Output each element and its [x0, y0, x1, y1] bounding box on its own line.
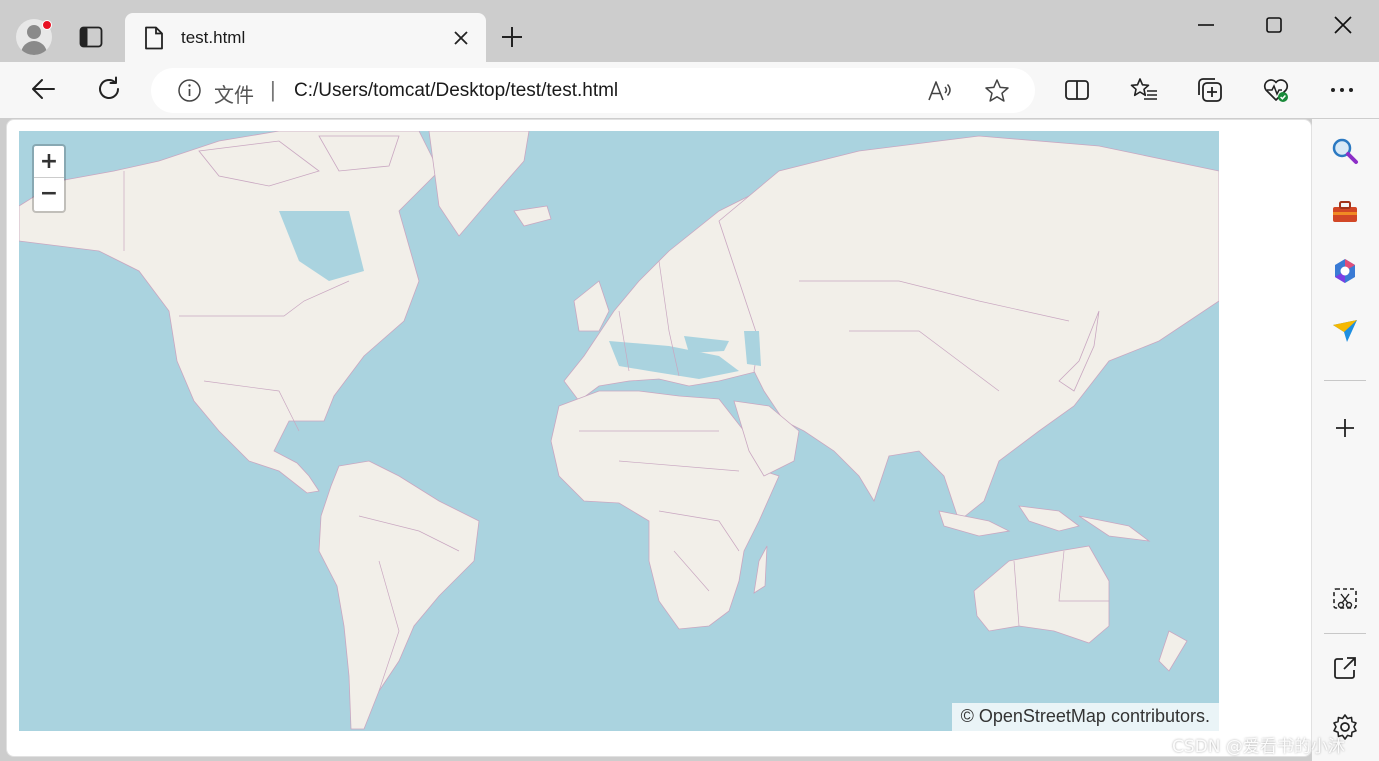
favorites-icon[interactable]	[1130, 76, 1158, 104]
zoom-control: + −	[32, 144, 66, 213]
plus-icon[interactable]	[1331, 414, 1359, 442]
scheme-label: 文件	[214, 85, 254, 107]
search-icon[interactable]	[1331, 137, 1359, 165]
info-icon[interactable]	[177, 78, 202, 103]
minimize-icon[interactable]	[1195, 14, 1217, 36]
document-icon	[145, 26, 163, 50]
window-close-icon[interactable]	[1332, 14, 1354, 36]
notification-dot	[42, 20, 52, 30]
maximize-icon[interactable]	[1263, 14, 1285, 36]
star-icon[interactable]	[984, 78, 1010, 104]
url-text[interactable]: C:/Users/tomcat/Desktop/test/test.html	[294, 80, 618, 102]
zoom-in-button[interactable]: +	[34, 146, 64, 178]
tab-title: test.html	[181, 28, 246, 47]
read-aloud-icon[interactable]	[927, 79, 953, 103]
collections-icon[interactable]	[1196, 76, 1224, 104]
close-icon[interactable]	[451, 28, 471, 48]
watermark-text: CSDN @爱看书的小沐	[1172, 737, 1345, 757]
address-bar[interactable]: 文件 | C:/Users/tomcat/Desktop/test/test.h…	[151, 68, 1035, 113]
office-icon[interactable]	[1331, 257, 1359, 285]
address-separator: |	[270, 77, 276, 102]
edge-sidebar	[1312, 119, 1379, 761]
browser-essentials-icon[interactable]	[1262, 76, 1290, 104]
toolbar: 文件 | C:/Users/tomcat/Desktop/test/test.h…	[0, 62, 1379, 118]
sidebar-divider	[1324, 633, 1366, 634]
tab-active[interactable]: test.html	[125, 13, 486, 62]
open-external-icon[interactable]	[1331, 654, 1359, 682]
more-dots-icon[interactable]	[1328, 76, 1356, 104]
refresh-icon[interactable]	[95, 75, 123, 103]
back-arrow-icon[interactable]	[29, 75, 57, 103]
map-attribution[interactable]: © OpenStreetMap contributors.	[951, 703, 1219, 731]
map-container[interactable]: + − © OpenStreetMap contributors.	[19, 131, 1219, 731]
plus-icon[interactable]	[500, 25, 524, 49]
title-bar: test.html	[0, 0, 1379, 62]
tools-icon[interactable]	[1331, 198, 1359, 226]
sidebar-divider	[1324, 380, 1366, 381]
tab-actions-icon[interactable]	[79, 26, 103, 48]
world-map[interactable]	[19, 131, 1219, 731]
screenshot-icon[interactable]	[1331, 585, 1359, 613]
split-screen-icon[interactable]	[1063, 76, 1091, 104]
zoom-out-button[interactable]: −	[34, 178, 64, 210]
send-icon[interactable]	[1331, 317, 1359, 345]
